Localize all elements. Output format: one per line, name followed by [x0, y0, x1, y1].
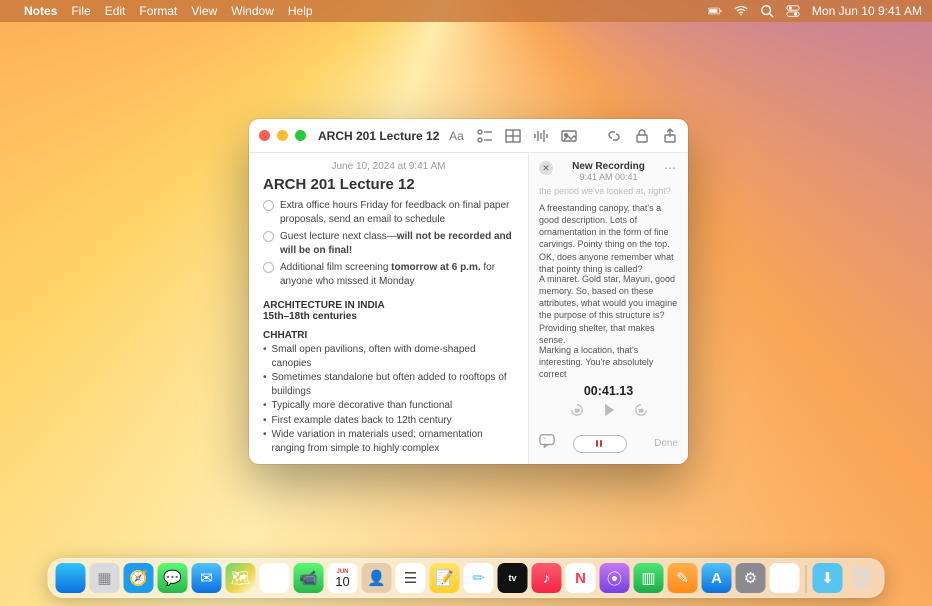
menu-format[interactable]: Format [139, 4, 177, 18]
bullet-item: Small open pavilions, often with dome-sh… [263, 343, 514, 370]
note-timestamp: June 10, 2024 at 9:41 AM [263, 161, 514, 172]
svg-text:15: 15 [638, 408, 643, 413]
more-icon[interactable]: ⋯ [664, 161, 678, 175]
dock-downloads[interactable]: ⬇︎ [813, 563, 843, 593]
dock-settings[interactable]: ⚙︎ [736, 563, 766, 593]
lock-icon[interactable] [633, 127, 650, 144]
menubar-clock[interactable]: Mon Jun 10 9:41 AM [812, 4, 922, 18]
close-panel-icon[interactable]: ✕ [539, 161, 553, 175]
dock-trash[interactable]: 🗑 [847, 563, 877, 593]
bullet-item: Sometimes standalone but often added to … [263, 371, 514, 398]
subsection-heading: CHHATRI [263, 330, 514, 341]
dock: ▦ 🧭 💬 ✉︎ 🗺 ✿ 📹 JUN10 👤 ☰ 📝 ✏︎ tv ♪ N ⦿ ▥… [48, 558, 885, 598]
checklist-item[interactable]: Guest lecture next class—will not be rec… [263, 230, 514, 257]
menu-view[interactable]: View [191, 4, 217, 18]
checkbox-icon[interactable] [263, 262, 274, 273]
app-menu-notes[interactable]: Notes [24, 4, 57, 18]
menu-edit[interactable]: Edit [105, 4, 126, 18]
pause-record-button[interactable] [573, 435, 627, 453]
bullet-item: Typically more decorative than functiona… [263, 399, 514, 413]
dock-separator [806, 565, 807, 593]
skip-back-15-icon[interactable]: 15 [570, 403, 584, 422]
control-center-icon[interactable] [786, 4, 800, 18]
dock-news[interactable]: N [566, 563, 596, 593]
player: 00:41.13 15 15 [529, 380, 688, 426]
menu-file[interactable]: File [71, 4, 90, 18]
share-icon[interactable] [661, 127, 678, 144]
transcript-paragraph: Marking a location, that's interesting. … [539, 344, 678, 380]
checklist-icon[interactable] [476, 127, 493, 144]
svg-text:“: “ [543, 437, 545, 444]
wifi-icon[interactable] [734, 4, 748, 18]
transcript-line: the period we've looked at, right? [539, 186, 678, 196]
format-aa-button[interactable]: Aa [448, 127, 465, 144]
dock-maps[interactable]: 🗺 [226, 563, 256, 593]
checkbox-icon[interactable] [263, 231, 274, 242]
recording-title: New Recording [561, 161, 656, 172]
play-icon[interactable] [602, 403, 616, 422]
skip-forward-15-icon[interactable]: 15 [634, 403, 648, 422]
svg-text:15: 15 [574, 408, 579, 413]
bullet-item: First example dates back to 12th century [263, 414, 514, 428]
dock-music[interactable]: ♪ [532, 563, 562, 593]
link-icon[interactable] [605, 127, 622, 144]
dock-calendar[interactable]: JUN10 [328, 563, 358, 593]
note-title: ARCH 201 Lecture 12 [263, 176, 514, 193]
dock-launchpad[interactable]: ▦ [90, 563, 120, 593]
menu-help[interactable]: Help [288, 4, 313, 18]
section-heading: ARCHITECTURE IN INDIA [263, 300, 514, 311]
note-body[interactable]: June 10, 2024 at 9:41 AM ARCH 201 Lectur… [249, 153, 529, 464]
dock-appstore[interactable]: A [702, 563, 732, 593]
dock-messages[interactable]: 💬 [158, 563, 188, 593]
dock-tv[interactable]: tv [498, 563, 528, 593]
transcript-toggle-icon[interactable]: “ [539, 433, 555, 454]
window-close-button[interactable] [259, 130, 270, 141]
transcript-paragraph: A freestanding canopy, that's a good des… [539, 202, 678, 266]
transcript[interactable]: the period we've looked at, right? A fre… [529, 186, 688, 380]
dock-contacts[interactable]: 👤 [362, 563, 392, 593]
done-button[interactable]: Done [654, 438, 678, 449]
dock-iphone-mirroring[interactable]: ▮ [770, 563, 800, 593]
menu-window[interactable]: Window [231, 4, 274, 18]
window-zoom-button[interactable] [295, 130, 306, 141]
spotlight-icon[interactable] [760, 4, 774, 18]
dock-podcasts[interactable]: ⦿ [600, 563, 630, 593]
dock-reminders[interactable]: ☰ [396, 563, 426, 593]
notes-window: ARCH 201 Lecture 12 Aa June 10, 2024 at … [249, 119, 688, 464]
titlebar: ARCH 201 Lecture 12 Aa [249, 119, 688, 153]
dock-finder[interactable] [56, 563, 86, 593]
bullet-item: Wide variation in materials used; orname… [263, 428, 514, 455]
battery-icon[interactable] [708, 4, 722, 18]
recording-panel: ✕ New Recording 9:41 AM 00:41 ⋯ the peri… [529, 153, 688, 464]
transcript-paragraph: A minaret. Gold star, Mayuri, good memor… [539, 273, 678, 337]
checkbox-icon[interactable] [263, 200, 274, 211]
dock-freeform[interactable]: ✏︎ [464, 563, 494, 593]
checklist-item[interactable]: Extra office hours Friday for feedback o… [263, 199, 514, 226]
audio-record-icon[interactable] [532, 127, 549, 144]
checklist-item[interactable]: Additional film screening tomorrow at 6 … [263, 261, 514, 288]
dock-numbers[interactable]: ▥ [634, 563, 664, 593]
section-subheading: 15th–18th centuries [263, 311, 514, 322]
window-title: ARCH 201 Lecture 12 [318, 129, 439, 143]
recording-subtitle: 9:41 AM 00:41 [561, 172, 656, 182]
dock-safari[interactable]: 🧭 [124, 563, 154, 593]
dock-facetime[interactable]: 📹 [294, 563, 324, 593]
menubar: Notes File Edit Format View Window Help … [0, 0, 932, 22]
window-minimize-button[interactable] [277, 130, 288, 141]
media-icon[interactable] [560, 127, 577, 144]
player-time: 00:41.13 [539, 384, 678, 398]
dock-pages[interactable]: ✎ [668, 563, 698, 593]
table-icon[interactable] [504, 127, 521, 144]
dock-photos[interactable]: ✿ [260, 563, 290, 593]
dock-mail[interactable]: ✉︎ [192, 563, 222, 593]
dock-notes[interactable]: 📝 [430, 563, 460, 593]
